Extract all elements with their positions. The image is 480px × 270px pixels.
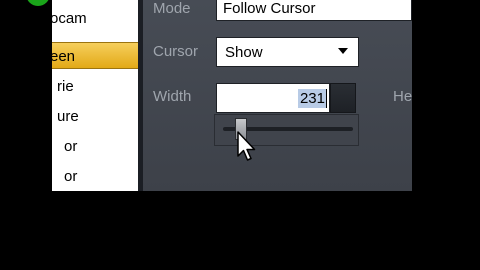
list-item-label: or bbox=[64, 168, 78, 185]
screenshot-stage: ocam een rie ure or or Mode Follow Curso… bbox=[0, 0, 480, 270]
list-item[interactable]: or bbox=[52, 163, 138, 190]
green-circle-icon bbox=[26, 0, 50, 6]
width-label: Width bbox=[153, 88, 192, 105]
mode-value: Follow Cursor bbox=[223, 0, 316, 17]
width-input[interactable]: 231 bbox=[216, 83, 330, 113]
cursor-label: Cursor bbox=[153, 43, 199, 60]
list-item[interactable]: or bbox=[52, 133, 138, 160]
width-spinner[interactable] bbox=[330, 83, 356, 113]
list-item-selected[interactable]: een bbox=[52, 42, 138, 69]
source-list[interactable]: ocam een rie ure or or bbox=[52, 0, 138, 191]
list-item-label: een bbox=[52, 48, 76, 65]
cursor-select[interactable]: Show bbox=[216, 37, 359, 67]
mode-field[interactable]: Follow Cursor bbox=[216, 0, 412, 21]
list-item[interactable]: rie bbox=[52, 73, 138, 100]
list-item-label: or bbox=[64, 138, 78, 155]
chevron-down-icon[interactable] bbox=[338, 48, 348, 54]
height-label: He bbox=[393, 88, 413, 105]
list-item[interactable]: ocam bbox=[52, 5, 138, 32]
panel-edge bbox=[412, 0, 480, 191]
list-item-label: rie bbox=[57, 78, 74, 95]
mouse-pointer-icon bbox=[237, 131, 256, 161]
list-item[interactable]: ure bbox=[52, 103, 138, 130]
cursor-value: Show bbox=[225, 44, 263, 61]
mode-label: Mode bbox=[153, 0, 191, 17]
list-item-label: ure bbox=[57, 108, 79, 125]
list-item-label: ocam bbox=[52, 10, 87, 27]
width-value: 231 bbox=[297, 89, 327, 108]
